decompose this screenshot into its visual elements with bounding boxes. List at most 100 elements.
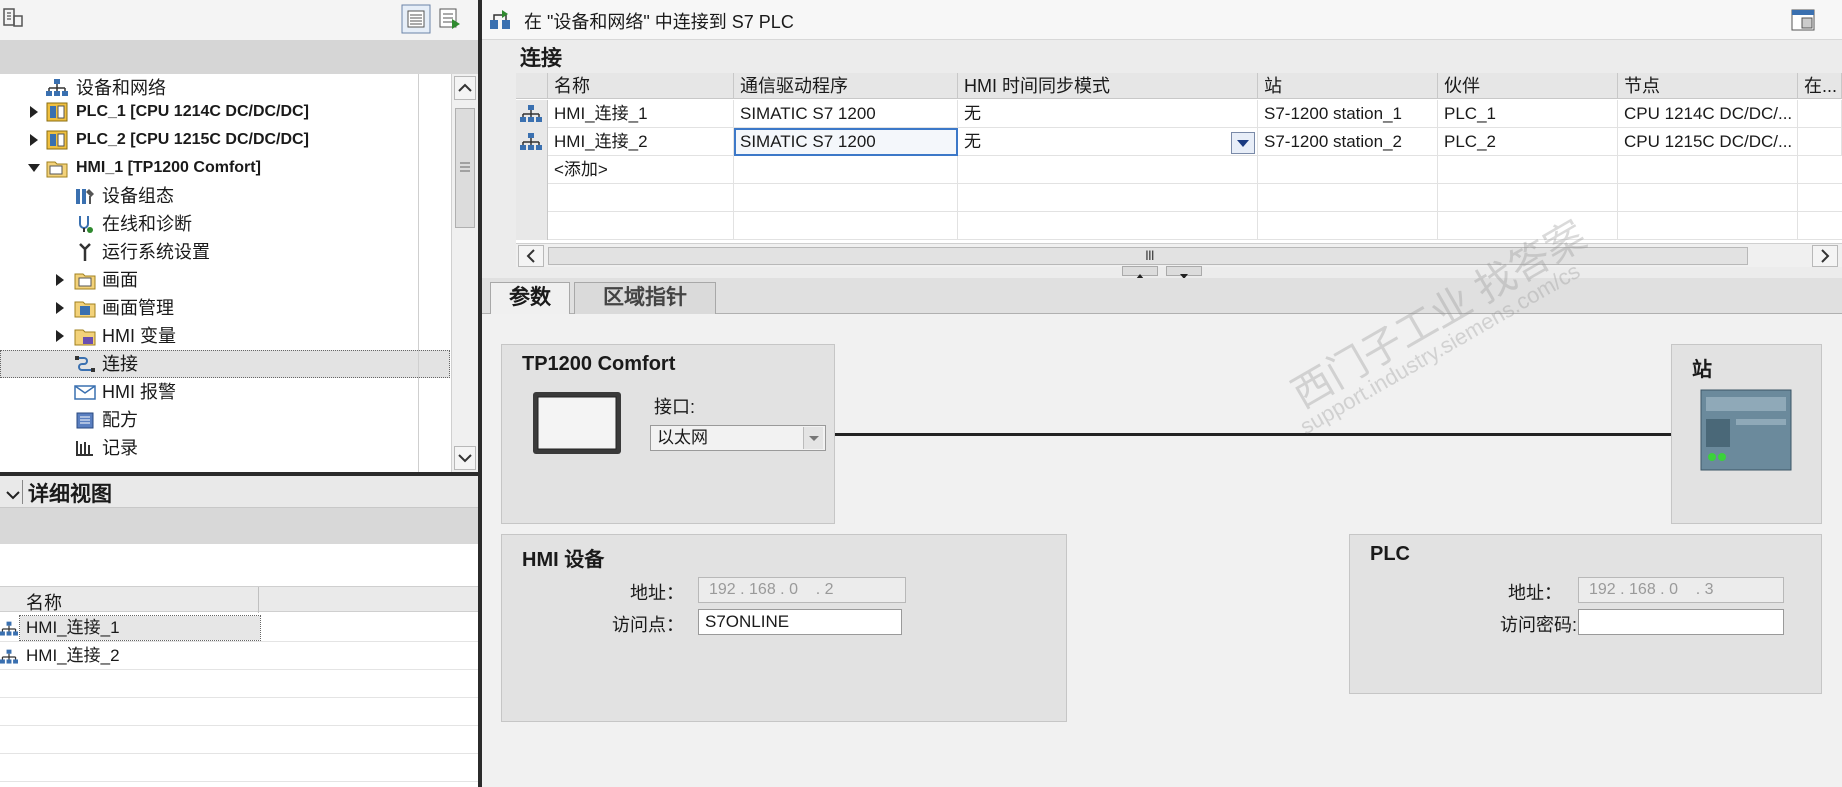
cell-driver[interactable]: SIMATIC S7 1200 [734,100,958,128]
tab-parameters[interactable]: 参数 [490,282,570,315]
connect-plc-icon[interactable] [488,8,514,37]
interface-value: 以太网 [657,428,708,447]
tree-item-screen-management[interactable]: 画面管理 [0,294,450,322]
connection-icon [74,354,96,374]
tree-item-screens[interactable]: 画面 [0,266,450,294]
column-header-time-sync[interactable]: HMI 时间同步模式 [958,73,1258,99]
table-row[interactable]: HMI_连接_1 SIMATIC S7 1200 无 S7-1200 stati… [516,100,1842,128]
tab-area-pointer[interactable]: 区域指针 [574,282,716,314]
plc-icon [46,130,68,150]
device-title: TP1200 Comfort [522,353,676,375]
tree-item-label: 在线和诊断 [102,214,192,234]
tree-item-connections[interactable]: 连接 [0,350,450,378]
tree-item-runtime-settings[interactable]: 运行系统设置 [0,238,450,266]
editor-layout-icon[interactable] [1790,8,1816,37]
interface-select[interactable]: 以太网 [650,425,826,451]
table-horizontal-scrollbar[interactable]: III [516,243,1842,267]
scroll-thumb[interactable] [455,108,475,228]
cell-name[interactable]: HMI_连接_2 [548,128,734,156]
table-empty-row [516,212,1842,240]
column-header-online[interactable]: 在... [1798,73,1842,99]
tree-item-recipes[interactable]: 配方 [0,406,450,434]
chevron-down-icon[interactable] [6,488,20,506]
time-sync-dropdown-button[interactable] [1231,132,1255,154]
folder-icon [74,326,96,346]
scroll-up-button[interactable] [454,76,476,100]
column-header-name[interactable]: 名称 [548,73,734,99]
hmi-ip-address-field[interactable]: 192 . 168 . 0 . 2 [698,577,906,603]
table-splitter-handles[interactable] [1122,266,1242,279]
expand-arrow-icon[interactable] [56,274,64,286]
cell-driver[interactable]: SIMATIC S7 1200 [734,128,958,156]
scroll-right-button[interactable] [1812,245,1838,267]
connections-table: 名称 通信驱动程序 HMI 时间同步模式 站 伙伴 节点 在... HMI_连接… [516,73,1842,243]
row-header[interactable] [516,128,548,156]
tree-item-logs[interactable]: 记录 [0,434,450,462]
plc-access-password-field[interactable] [1578,609,1784,635]
row-header[interactable] [516,100,548,128]
hmi-access-point-field[interactable]: S7ONLINE [698,609,902,635]
detail-row-connection-2[interactable]: HMI_连接_2 [0,642,478,670]
tree-item-label: 画面管理 [102,298,174,318]
expand-arrow-icon[interactable] [56,302,64,314]
cell-online[interactable] [1798,100,1842,128]
plc-ip-address-field[interactable]: 192 . 168 . 0 . 3 [1578,577,1784,603]
cell-time-sync[interactable]: 无 [958,100,1258,128]
tree-item-hmi-1[interactable]: HMI_1 [TP1200 Comfort] [0,154,450,182]
recipe-icon [74,410,96,430]
expand-arrow-icon[interactable] [56,330,64,342]
inspector-tabs: 参数 区域指针 [482,278,1842,315]
detail-empty-row [0,726,478,754]
scroll-left-button[interactable] [518,245,544,267]
splitter-up-button[interactable] [1122,266,1158,279]
cell-time-sync-dropdown[interactable]: 无 [958,128,1258,156]
column-header-station[interactable]: 站 [1258,73,1438,99]
cell-station[interactable]: S7-1200 station_1 [1258,100,1438,128]
tree-item-online-diagnostics[interactable]: 在线和诊断 [0,210,450,238]
cell-node[interactable]: CPU 1215C DC/DC/... [1618,128,1798,156]
column-header-node[interactable]: 节点 [1618,73,1798,99]
tp1200-device-icon [532,391,622,460]
scroll-thumb[interactable]: III [548,247,1748,265]
tree-item-device-config[interactable]: 设备组态 [0,182,450,210]
splitter-down-button[interactable] [1166,266,1202,279]
tree-item-label: 设备组态 [102,186,174,206]
collapse-arrow-icon[interactable] [28,164,40,172]
scroll-down-button[interactable] [454,446,476,470]
cell-online[interactable] [1798,128,1842,156]
expand-arrow-icon[interactable] [30,106,38,118]
column-name-label: 名称 [26,593,62,613]
expand-arrow-icon[interactable] [30,134,38,146]
cell-partner[interactable]: PLC_2 [1438,128,1618,156]
network-link-line [835,433,1671,436]
cell-station[interactable]: S7-1200 station_2 [1258,128,1438,156]
hmi-access-point-label: 访问点： [612,615,684,635]
column-separator[interactable] [258,587,259,613]
detail-view-toolbar [0,508,478,544]
chevron-down-icon[interactable] [803,427,823,449]
detail-view-header[interactable]: 详细视图 [0,476,478,508]
plc-access-password-label: 访问密码: [1500,615,1578,635]
tree-item-hmi-tags[interactable]: HMI 变量 [0,322,450,350]
cell-node[interactable]: CPU 1214C DC/DC/... [1618,100,1798,128]
column-header-driver[interactable]: 通信驱动程序 [734,73,958,99]
detail-row-connection-1[interactable]: HMI_连接_1 [0,614,478,642]
tree-refresh-button[interactable] [435,4,465,34]
tree-item-label: 运行系统设置 [102,242,210,262]
table-row[interactable]: HMI_连接_2 SIMATIC S7 1200 无 S7-1200 stati… [516,128,1842,156]
connections-editor: 在 "设备和网络" 中连接到 S7 PLC 连接 名称 通信驱动程序 HMI 时… [482,0,1842,787]
add-connection-cell[interactable]: <添加> [548,156,734,184]
tree-item-label: HMI 报警 [102,382,176,402]
project-tree-properties-icon[interactable] [2,6,26,35]
tree-item-plc-2[interactable]: PLC_2 [CPU 1215C DC/DC/DC] [0,126,450,154]
tree-item-plc-1[interactable]: PLC_1 [CPU 1214C DC/DC/DC] [0,98,450,126]
tree-item-hmi-alarms[interactable]: HMI 报警 [0,378,450,406]
table-add-row[interactable]: <添加> [516,156,1842,184]
parameters-panel: TP1200 Comfort 接口: 以太网 站 HMI 设备 地址： 192 … [482,314,1842,787]
column-header-partner[interactable]: 伙伴 [1438,73,1618,99]
tree-vertical-scrollbar[interactable] [451,74,478,472]
cell-name[interactable]: HMI_连接_1 [548,100,734,128]
detail-column-header[interactable]: 名称 [0,586,478,613]
overview-view-button[interactable] [401,4,431,34]
cell-partner[interactable]: PLC_1 [1438,100,1618,128]
